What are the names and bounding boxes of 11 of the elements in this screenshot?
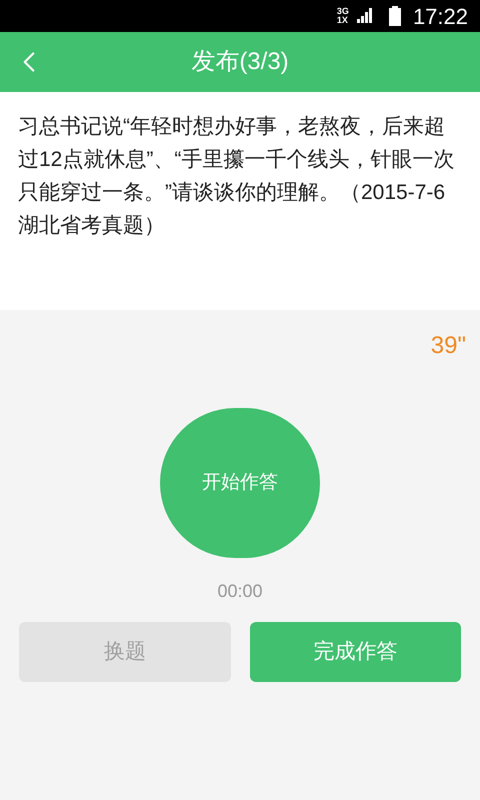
network-label: 3G <box>336 7 349 16</box>
countdown-timer: 39" <box>430 331 466 361</box>
start-answer-button[interactable]: 开始作答 <box>160 408 320 558</box>
action-button[interactable]: 完成作答 <box>250 622 461 682</box>
question-text: 习总书记说“年轻时想办好事，老熬夜，后来超过12点就休息”、“手里攥一千个线头，针眼一次只能穿过一条。”请谈谈你的理解。（2015-7-6湖北省考真题） <box>18 114 456 239</box>
network-label: 1X <box>336 16 349 25</box>
page-title: 发布(3/3) <box>191 47 289 77</box>
clock: 17:22 <box>412 2 468 30</box>
battery-icon <box>388 6 401 26</box>
signal-icon <box>356 8 373 24</box>
elapsed-time: 00:00 <box>217 580 263 603</box>
